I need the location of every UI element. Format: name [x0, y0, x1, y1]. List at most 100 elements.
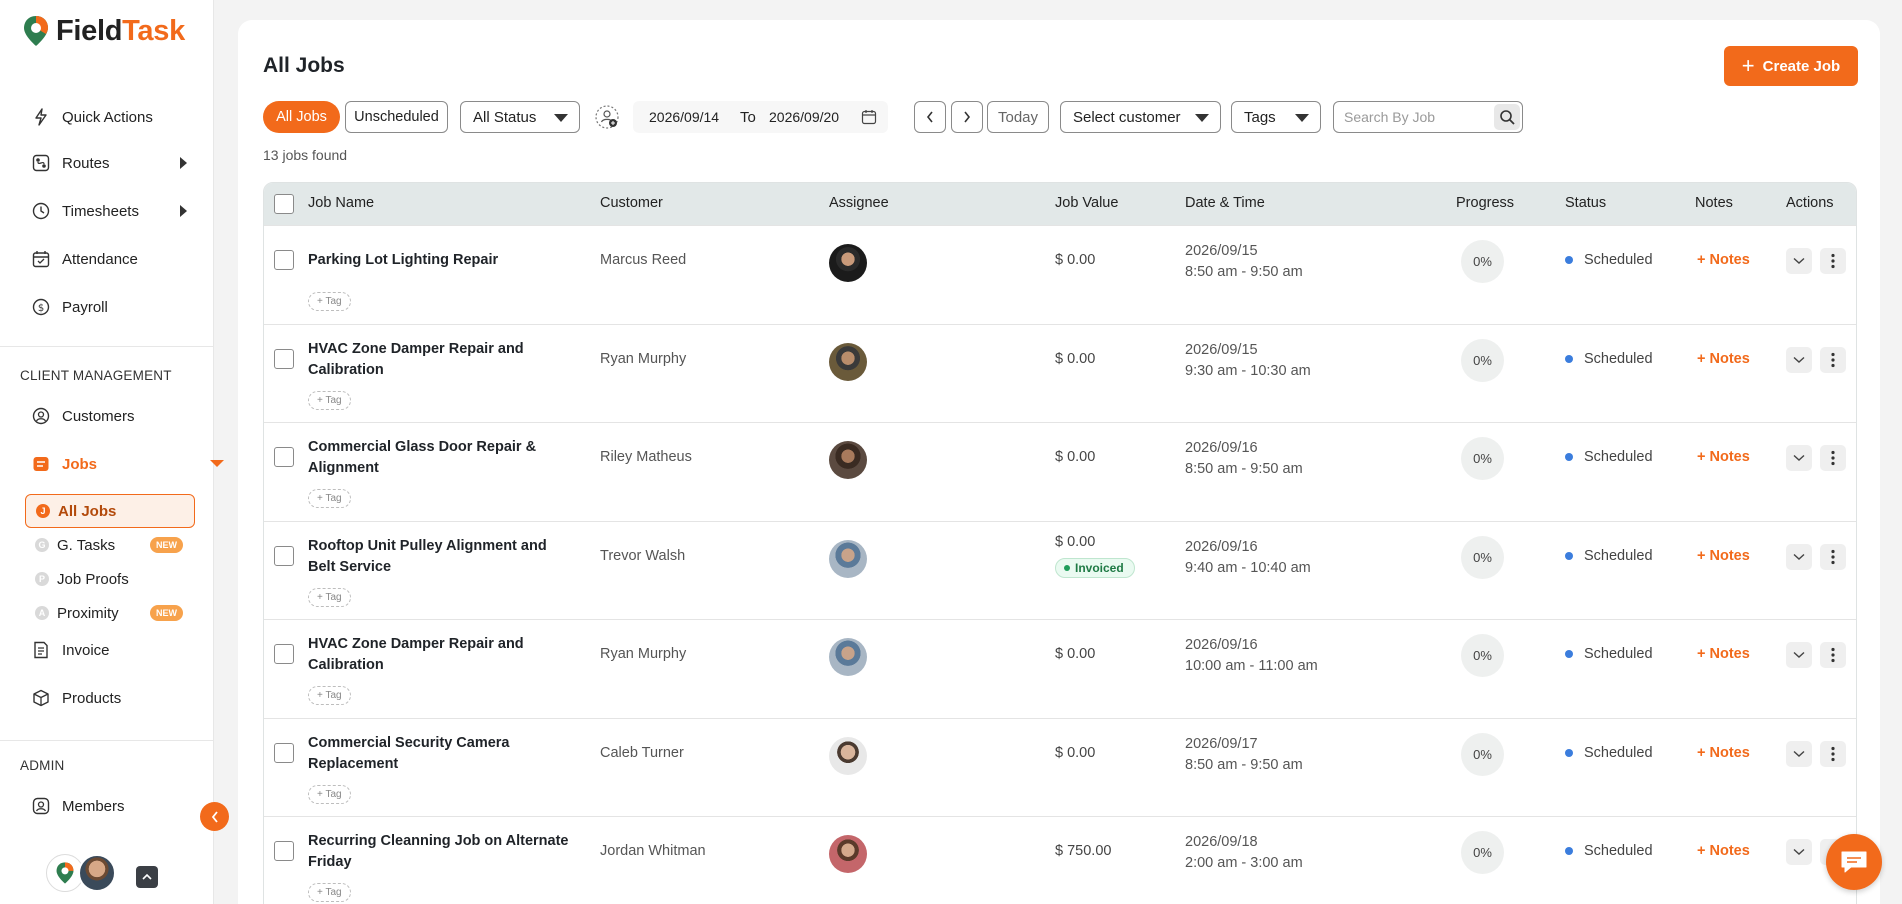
nav-payroll[interactable]: $ Payroll	[32, 298, 108, 316]
today-button[interactable]: Today	[987, 101, 1049, 133]
add-tag-button[interactable]: + Tag	[308, 784, 351, 804]
table-row[interactable]: Rooftop Unit Pulley Alignment and Belt S…	[264, 520, 1856, 619]
nav-customers[interactable]: Customers	[32, 407, 135, 425]
assign-user-icon[interactable]	[593, 103, 621, 131]
job-name[interactable]: Commercial Glass Door Repair & Alignment	[308, 437, 578, 479]
row-checkbox[interactable]	[274, 742, 294, 763]
add-tag-button[interactable]: + Tag	[308, 686, 351, 705]
nav-invoice[interactable]: Invoice	[32, 641, 110, 659]
search-button[interactable]	[1494, 104, 1520, 130]
next-week-button[interactable]	[951, 101, 983, 133]
chat-icon	[1841, 851, 1867, 873]
row-checkbox[interactable]	[274, 447, 294, 467]
expand-row-button[interactable]	[1786, 248, 1812, 274]
add-notes-button[interactable]: + Notes	[1697, 745, 1750, 761]
avatar[interactable]	[829, 539, 867, 578]
job-value: $ 0.00	[1055, 350, 1096, 367]
customer-name: Jordan Whitman	[600, 843, 706, 859]
chevron-left-icon	[211, 810, 218, 823]
more-actions-button[interactable]	[1820, 445, 1846, 471]
expand-row-button[interactable]	[1786, 445, 1812, 471]
job-name[interactable]: Parking Lot Lighting Repair	[308, 250, 578, 271]
status-select[interactable]: All Status	[460, 101, 580, 133]
row-checkbox[interactable]	[274, 250, 294, 270]
table-row[interactable]: Recurring Cleanning Job on Alternate Fri…	[264, 816, 1856, 904]
sub-item-g-tasks[interactable]: G G. Tasks NEW	[25, 528, 195, 562]
clock-icon	[32, 202, 50, 220]
chevron-down-icon	[1793, 750, 1805, 757]
status-text: Scheduled	[1584, 646, 1653, 662]
caret-down-icon	[554, 114, 568, 122]
user-profile[interactable]	[46, 854, 116, 892]
prev-week-button[interactable]	[914, 101, 946, 133]
table-row[interactable]: HVAC Zone Damper Repair and Calibration …	[264, 619, 1856, 718]
date-range-picker[interactable]: 2026/09/14 To 2026/09/20	[633, 101, 888, 133]
nav-products[interactable]: Products	[32, 689, 121, 707]
sub-item-job-proofs[interactable]: P Job Proofs	[25, 562, 195, 596]
nav-timesheets[interactable]: Timesheets	[32, 202, 187, 220]
add-notes-button[interactable]: + Notes	[1697, 646, 1750, 662]
table-row[interactable]: Commercial Security Camera Replacement +…	[264, 717, 1856, 816]
add-notes-button[interactable]: + Notes	[1697, 843, 1750, 859]
job-name[interactable]: HVAC Zone Damper Repair and Calibration	[308, 634, 578, 676]
expand-row-button[interactable]	[1786, 642, 1812, 668]
add-notes-button[interactable]: + Notes	[1697, 351, 1750, 367]
app-logo[interactable]: FieldTask	[22, 14, 185, 48]
job-name[interactable]: HVAC Zone Damper Repair and Calibration	[308, 339, 578, 381]
avatar[interactable]	[829, 244, 867, 282]
more-actions-button[interactable]	[1820, 740, 1846, 767]
expand-row-button[interactable]	[1786, 740, 1812, 767]
add-notes-button[interactable]: + Notes	[1697, 548, 1750, 564]
status-badge: Scheduled	[1565, 449, 1653, 465]
avatar[interactable]	[829, 638, 867, 676]
select-all-checkbox[interactable]	[274, 194, 294, 214]
sub-item-all-jobs[interactable]: J All Jobs	[25, 494, 195, 528]
customer-select[interactable]: Select customer	[1060, 101, 1221, 133]
table-row[interactable]: HVAC Zone Damper Repair and Calibration …	[264, 323, 1856, 422]
add-tag-button[interactable]: + Tag	[308, 390, 351, 410]
avatar[interactable]	[829, 736, 867, 775]
job-time: 8:50 am - 9:50 am	[1185, 264, 1303, 280]
search-input[interactable]	[1344, 109, 1494, 125]
sub-item-proximity[interactable]: A Proximity NEW	[25, 596, 195, 630]
add-tag-button[interactable]: + Tag	[308, 883, 351, 902]
nav-jobs[interactable]: Jobs	[32, 455, 224, 473]
add-notes-button[interactable]: + Notes	[1697, 252, 1750, 268]
add-tag-button[interactable]: + Tag	[308, 489, 351, 508]
more-actions-button[interactable]	[1820, 248, 1846, 274]
add-notes-button[interactable]: + Notes	[1697, 449, 1750, 465]
row-checkbox[interactable]	[274, 545, 294, 566]
more-actions-button[interactable]	[1820, 642, 1846, 668]
expand-row-button[interactable]	[1786, 543, 1812, 570]
more-actions-button[interactable]	[1820, 543, 1846, 570]
nav-attendance[interactable]: Attendance	[32, 250, 138, 268]
table-row[interactable]: Commercial Glass Door Repair & Alignment…	[264, 422, 1856, 521]
avatar[interactable]	[829, 835, 867, 873]
add-tag-button[interactable]: + Tag	[308, 292, 351, 311]
filter-unscheduled[interactable]: Unscheduled	[345, 101, 448, 133]
filter-all-jobs[interactable]: All Jobs	[263, 101, 340, 133]
nav-routes[interactable]: Routes	[32, 154, 187, 172]
table-row[interactable]: Parking Lot Lighting Repair + Tag Marcus…	[264, 225, 1856, 324]
job-name[interactable]: Rooftop Unit Pulley Alignment and Belt S…	[308, 536, 578, 578]
collapse-sidebar-button[interactable]	[200, 802, 229, 831]
tags-select[interactable]: Tags	[1231, 101, 1321, 133]
create-job-button[interactable]: + Create Job	[1724, 46, 1858, 86]
chat-support-button[interactable]	[1826, 834, 1882, 890]
more-actions-button[interactable]	[1820, 346, 1846, 373]
expand-up-icon[interactable]	[136, 866, 158, 888]
nav-members[interactable]: Members	[32, 797, 125, 815]
avatar[interactable]	[829, 342, 867, 381]
job-name[interactable]: Commercial Security Camera Replacement	[308, 733, 578, 775]
avatar[interactable]	[829, 441, 867, 479]
row-checkbox[interactable]	[274, 348, 294, 369]
nav-quick-actions[interactable]: Quick Actions	[32, 108, 153, 126]
job-name[interactable]: Recurring Cleanning Job on Alternate Fri…	[308, 831, 578, 873]
row-checkbox[interactable]	[274, 644, 294, 664]
add-tag-button[interactable]: + Tag	[308, 587, 351, 607]
customer-name: Caleb Turner	[600, 744, 684, 761]
job-date: 2026/09/15	[1185, 243, 1258, 259]
expand-row-button[interactable]	[1786, 346, 1812, 373]
row-checkbox[interactable]	[274, 841, 294, 861]
expand-row-button[interactable]	[1786, 839, 1812, 865]
